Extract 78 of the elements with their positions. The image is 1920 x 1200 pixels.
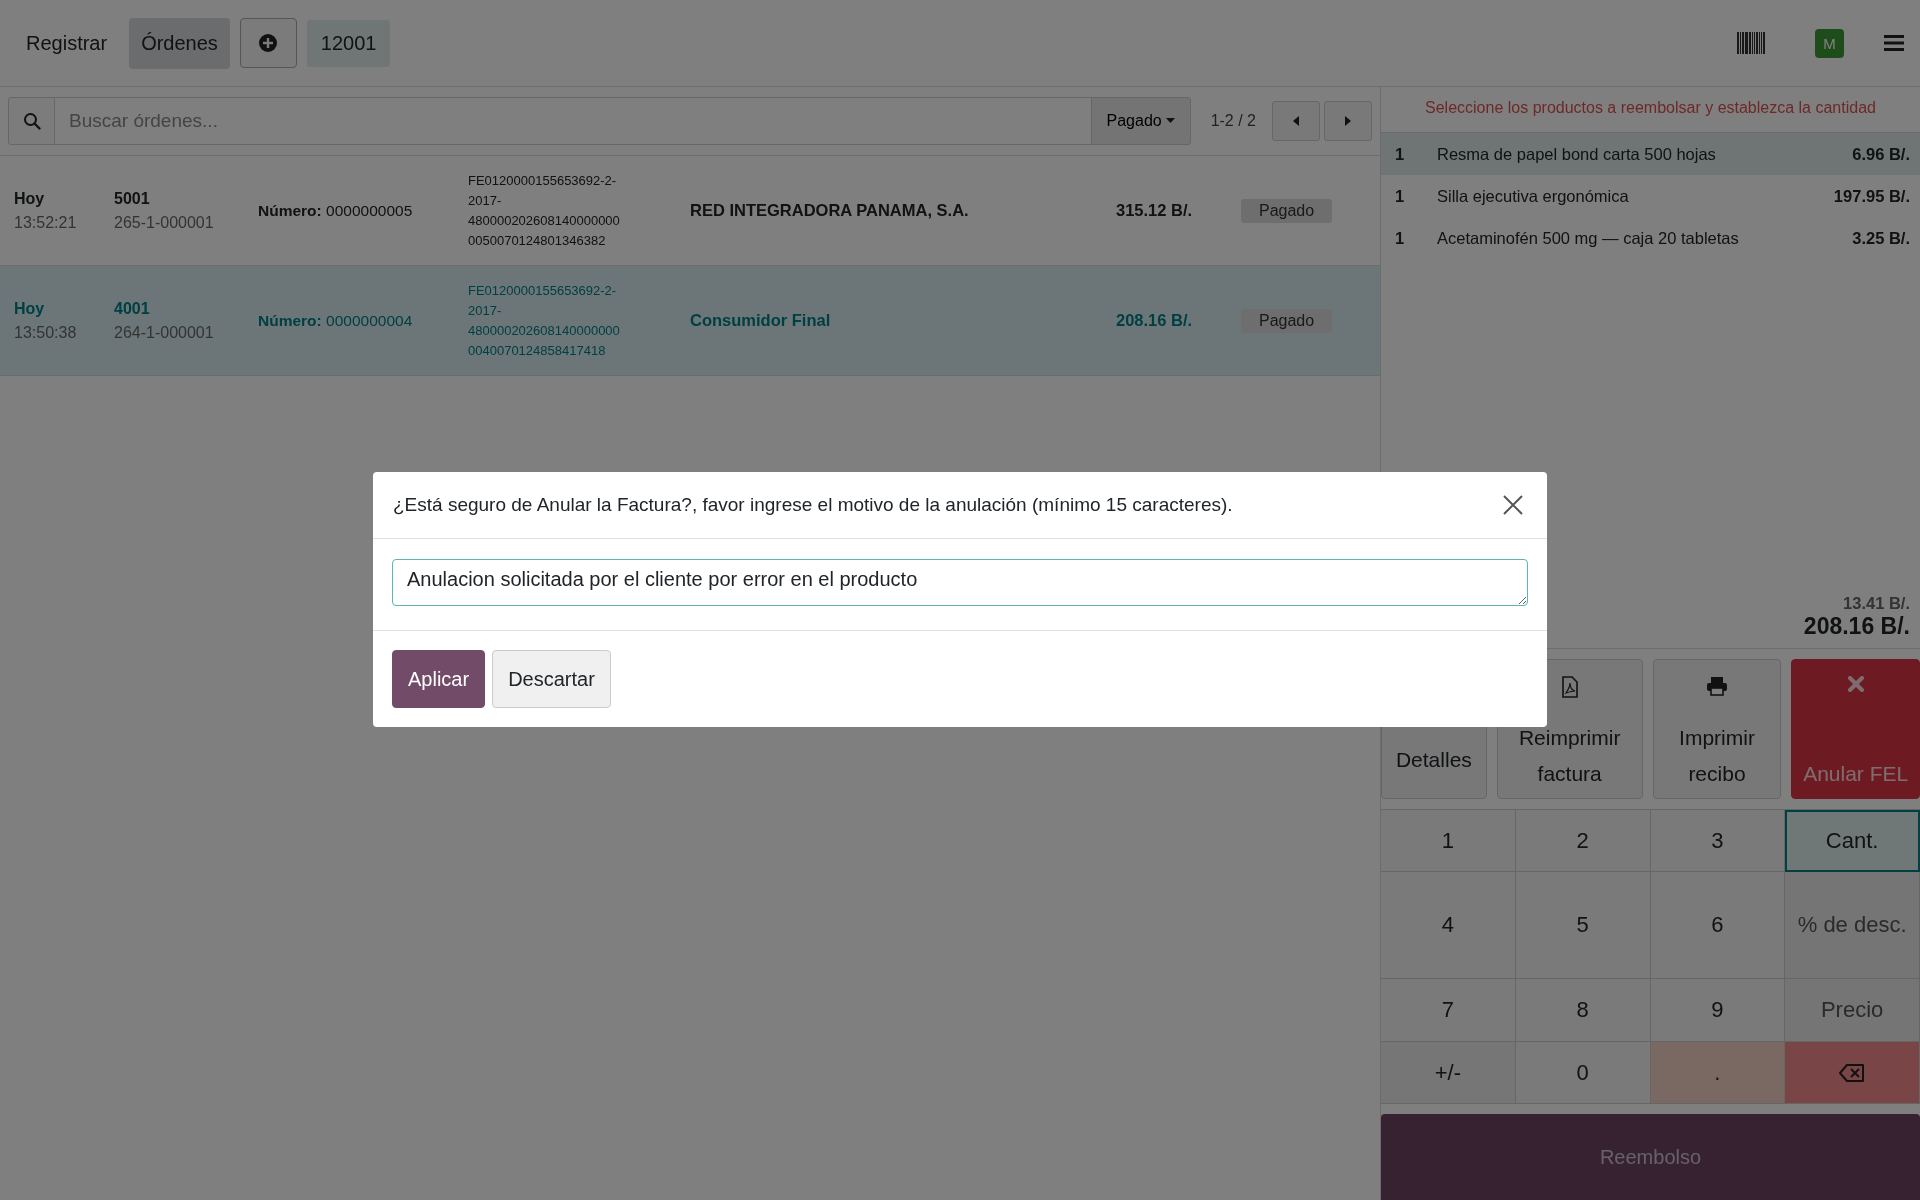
refund-button[interactable]: Reembolso [1381,1114,1920,1200]
nav-tab[interactable]: Registrar [14,17,120,69]
order-time: 13:52:21 [14,213,78,232]
fe-code: FE0120000155653692-2-2017-4800002026081400000000040070124858417418 [468,281,621,360]
order-time: 13:50:38 [14,323,78,342]
keypad-key[interactable]: % de desc. [1785,872,1920,979]
refund-subtotal: 13.41 B/. [1843,594,1910,613]
line-quantity: 1 [1395,186,1406,206]
order-id: 5001 [114,189,151,208]
user-avatar[interactable]: M [1815,28,1844,58]
product-name: Acetaminofén 500 mg — caja 20 tabletas [1437,228,1740,248]
order-total: 208.16 B/. [1116,311,1193,329]
reason-field[interactable]: Anulacion solicitada por el cliente por error en el producto [392,559,1528,606]
search-field[interactable]: Buscar órdenes... [55,97,1092,145]
fe-code: FE0120000155653692-2-2017-4800002026081400000000050070124801346382 [468,171,621,250]
menu-icon[interactable] [1884,35,1904,51]
invoice-number: 0000000004 [326,311,413,329]
nav-tab[interactable]: Órdenes [129,17,230,69]
order-number-chip[interactable]: 12001 [306,19,391,67]
product-name: Resma de papel bond carta 500 hojas [1437,144,1717,164]
line-price: 3.25 B/. [1852,228,1910,248]
keypad-key[interactable]: 4 [1381,872,1516,979]
new-order-button[interactable] [239,18,297,68]
order-total: 315.12 B/. [1116,201,1193,219]
product-name: Silla ejecutiva ergonómica [1437,186,1630,206]
keypad-key[interactable]: 5 [1515,872,1651,979]
caret-right-icon [1344,116,1352,126]
order-row[interactable]: Hoy 13:50:38 4001 264-1-000001 Número: 0000000004 FE0120000155653692-2-2017-4800002026081400000000040070124858417418 Consumidor Final 208.16 B/. Pagado [0,266,1380,376]
line-price: 197.95 B/. [1833,186,1910,206]
keypad-key[interactable]: 8 [1515,979,1651,1042]
customer-name: RED INTEGRADORA PANAMA, S.A. [690,201,969,219]
keypad-key[interactable]: . [1650,1042,1786,1104]
barcode-icon[interactable] [1737,32,1765,54]
backspace-icon [1839,1063,1866,1082]
line-quantity: 1 [1395,144,1406,164]
keypad-key[interactable]: 6 [1650,872,1786,979]
discard-button[interactable]: Descartar [492,650,611,708]
caret-down-icon [1165,118,1175,124]
receipt-number: 265-1-000001 [114,213,215,232]
status-badge: Pagado [1241,308,1333,333]
apply-button[interactable]: Aplicar [392,650,486,708]
line-price: 6.96 B/. [1852,144,1910,164]
plus-circle-icon [258,33,279,53]
keypad-key[interactable]: 3 [1650,810,1786,872]
keypad-key[interactable]: 7 [1381,979,1516,1042]
pager-text: 1-2 / 2 [1210,112,1256,130]
search-icon [22,112,41,130]
x-icon [1847,676,1864,692]
action-button[interactable]: Imprimir recibo [1652,659,1782,799]
order-date: Hoy [14,299,46,318]
action-button[interactable]: Anular FEL [1791,659,1920,799]
order-id: 4001 [114,299,151,318]
keypad-key[interactable]: Cant. [1785,810,1920,872]
invoice-number: 0000000005 [326,201,413,219]
receipt-number: 264-1-000001 [114,323,215,342]
backspace-key[interactable] [1785,1042,1920,1104]
order-line[interactable]: 1 Silla ejecutiva ergonómica 197.95 B/. [1381,175,1920,217]
keypad-key[interactable]: +/- [1381,1042,1516,1104]
order-date: Hoy [14,189,46,208]
status-badge: Pagado [1241,198,1333,223]
keypad-key[interactable]: 1 [1381,810,1516,872]
order-total-amount: 208.16 B/. [1803,613,1910,640]
number-label: Número: [258,201,322,219]
printer-icon [1706,676,1728,696]
close-icon[interactable] [1503,495,1523,515]
order-line[interactable]: 1 Acetaminofén 500 mg — caja 20 tabletas 3.25 B/. [1381,217,1920,259]
dialog-title: ¿Está seguro de Anular la Factura?, favor ingrese el motivo de la anulación (mínimo 15 caracteres). [393,494,1234,516]
keypad-key[interactable]: 2 [1515,810,1651,872]
line-quantity: 1 [1395,228,1406,248]
customer-name: Consumidor Final [690,311,831,329]
refund-instruction: Seleccione los productos a reembolsar y establezca la cantidad [1424,98,1877,118]
caret-left-icon [1292,116,1300,126]
keypad-key[interactable]: 9 [1650,979,1786,1042]
keypad-key[interactable]: 0 [1515,1042,1651,1104]
number-label: Número: [258,311,322,329]
keypad-key[interactable]: Precio [1785,979,1920,1042]
pdf-file-icon [1560,676,1579,698]
status-filter-dropdown[interactable]: Pagado [1090,97,1191,145]
